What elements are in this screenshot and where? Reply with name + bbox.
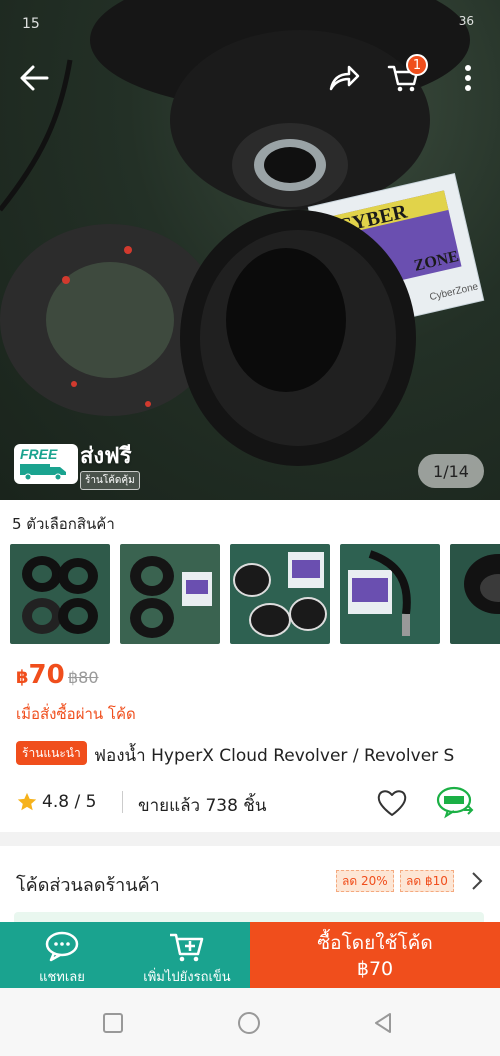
option-photo <box>120 544 220 644</box>
options-label[interactable]: 5 ตัวเลือกสินค้า <box>12 512 115 536</box>
free-truck: FREE <box>14 444 78 484</box>
share-button[interactable] <box>320 54 368 102</box>
chat-button[interactable]: แชทเลย <box>0 922 124 988</box>
code-note: เมื่อสั่งซื้อผ่าน โค้ด <box>16 705 136 723</box>
status-time: 15 <box>22 16 40 32</box>
chevron-right-icon <box>472 872 483 890</box>
price-value: 70 <box>28 660 65 690</box>
back-button[interactable] <box>10 54 58 102</box>
price: ฿70 <box>16 660 65 690</box>
line-share-button[interactable] <box>436 786 476 820</box>
option-thumbnails <box>10 544 500 644</box>
rating-value: 4.8 / 5 <box>42 792 97 812</box>
status-bar: 15 36 <box>0 0 500 48</box>
add-to-cart-button[interactable]: เพิ่มไปยังรถเข็น <box>124 922 250 988</box>
line-icon <box>436 786 474 819</box>
option-photo <box>450 544 500 644</box>
chat-label: แชทเลย <box>39 970 85 985</box>
sold-count: ขายแล้ว 738 ชิ้น <box>138 796 267 816</box>
option-thumbnail[interactable] <box>10 544 110 644</box>
more-options-button[interactable] <box>444 54 492 102</box>
coupon-tag: ลด 20% <box>336 870 394 892</box>
option-thumbnail[interactable] <box>450 544 500 644</box>
favorite-button[interactable] <box>376 788 412 818</box>
option-thumbnail[interactable] <box>340 544 440 644</box>
buy-label: ซื้อโดยใช้โค้ด <box>317 932 433 954</box>
section-separator <box>0 832 500 846</box>
free-shipping-sub: ร้านโค้ดคุ้ม <box>80 471 140 490</box>
nav-back-icon[interactable] <box>370 1010 396 1036</box>
price-currency: ฿ <box>16 667 29 688</box>
cart-count-badge: 1 <box>406 54 428 76</box>
recommend-badge: ร้านแนะนำ <box>16 741 87 765</box>
cart-button[interactable]: 1 <box>380 54 428 102</box>
add-to-cart-label: เพิ่มไปยังรถเข็น <box>143 970 231 985</box>
cart-plus-icon <box>170 933 204 962</box>
system-nav-bar <box>0 988 500 1056</box>
option-photo <box>340 544 440 644</box>
divider <box>122 791 123 813</box>
option-photo <box>10 544 110 644</box>
buy-price: ฿70 <box>356 958 394 980</box>
bottom-action-bar: แชทเลย เพิ่มไปยังรถเข็น ซื้อโดยใช้โค้ด ฿… <box>0 922 500 988</box>
free-shipping-th: ส่งฟรี <box>80 444 132 469</box>
home-icon[interactable] <box>236 1010 262 1036</box>
shop-coupons-row[interactable]: โค้ดส่วนลดร้านค้า ลด 20% ลด ฿10 <box>0 846 500 916</box>
rating-row: 4.8 / 5 ขายแล้ว 738 ชิ้น <box>16 786 486 820</box>
free-shipping-text: ส่งฟรี ร้านโค้ดคุ้ม <box>80 438 140 490</box>
option-thumbnail[interactable] <box>230 544 330 644</box>
status-indicators: 36 <box>458 14 474 28</box>
product-title: ฟองน้ำ HyperX Cloud Revolver / Revolver … <box>94 746 455 766</box>
buy-with-code-button[interactable]: ซื้อโดยใช้โค้ด ฿70 <box>250 922 500 988</box>
chat-icon <box>45 931 79 962</box>
old-price: ฿80 <box>68 668 99 687</box>
share-icon <box>329 65 360 91</box>
coupon-label: โค้ดส่วนลดร้านค้า <box>16 875 160 896</box>
coupon-tag: ลด ฿10 <box>400 870 454 892</box>
product-image-carousel[interactable]: CYBER ZONE CyberZone 15 36 1 FREE ส่งฟรี… <box>0 0 500 500</box>
back-arrow-icon <box>20 65 49 91</box>
image-counter: 1/14 <box>418 454 484 488</box>
more-vertical-icon <box>465 65 471 91</box>
recent-apps-icon[interactable] <box>100 1010 126 1036</box>
option-thumbnail[interactable] <box>120 544 220 644</box>
free-shipping-badge: FREE ส่งฟรี ร้านโค้ดคุ้ม <box>14 438 154 490</box>
truck-icon <box>20 464 66 481</box>
heart-icon <box>377 790 407 816</box>
star-icon <box>17 792 37 811</box>
free-shipping-en: FREE <box>20 446 58 462</box>
option-photo <box>230 544 330 644</box>
